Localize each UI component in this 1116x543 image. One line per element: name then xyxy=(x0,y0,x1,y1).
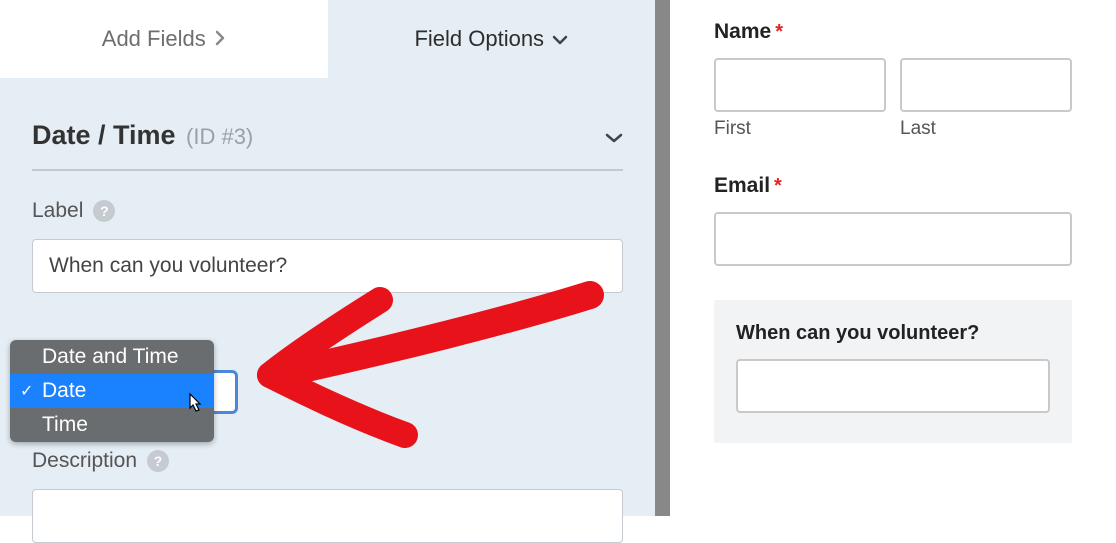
option-label: Date xyxy=(42,379,86,402)
format-dropdown[interactable]: Date and Time ✓ Date Time xyxy=(10,340,214,442)
preview-name-label: Name * xyxy=(714,20,1072,44)
label-field-label: Label ? xyxy=(32,199,623,223)
label-text: When can you volunteer? xyxy=(736,322,979,345)
chevron-right-icon xyxy=(214,26,226,52)
form-preview-panel: Name * First Last Email * When can you v… xyxy=(670,0,1116,516)
preview-email-field: Email * xyxy=(714,174,1072,266)
field-settings-section: Date / Time (ID #3) Label ? Format ? xyxy=(0,78,655,543)
panel-divider[interactable] xyxy=(655,0,670,516)
check-icon: ✓ xyxy=(20,381,33,401)
last-sublabel: Last xyxy=(900,118,1072,140)
tab-add-fields[interactable]: Add Fields xyxy=(0,0,328,78)
label-text: Description xyxy=(32,449,137,473)
first-name-input[interactable] xyxy=(714,58,886,112)
label-input[interactable] xyxy=(32,239,623,293)
dropdown-option-date[interactable]: ✓ Date xyxy=(10,374,214,408)
help-icon[interactable]: ? xyxy=(147,450,169,472)
option-label: Date and Time xyxy=(42,345,179,368)
dropdown-option-time[interactable]: Time xyxy=(10,408,214,442)
required-star-icon: * xyxy=(775,21,783,44)
last-name-input[interactable] xyxy=(900,58,1072,112)
required-star-icon: * xyxy=(774,175,782,198)
section-header[interactable]: Date / Time (ID #3) xyxy=(32,96,623,171)
label-field-group: Label ? xyxy=(32,199,623,293)
first-sublabel: First xyxy=(714,118,886,140)
tab-label: Add Fields xyxy=(102,26,206,52)
section-title: Date / Time xyxy=(32,120,176,150)
panel-tabs: Add Fields Field Options xyxy=(0,0,655,78)
label-text: Name xyxy=(714,20,771,44)
section-id: (ID #3) xyxy=(186,124,253,149)
dropdown-option-date-and-time[interactable]: Date and Time xyxy=(10,340,214,374)
tab-label: Field Options xyxy=(414,26,544,52)
label-text: Email xyxy=(714,174,770,198)
description-input[interactable] xyxy=(32,489,623,543)
preview-name-field: Name * First Last xyxy=(714,20,1072,140)
option-label: Time xyxy=(42,413,88,436)
description-field-group: Description ? xyxy=(32,449,623,543)
volunteer-date-input[interactable] xyxy=(736,359,1050,413)
chevron-down-icon xyxy=(552,26,568,52)
label-text: Label xyxy=(32,199,83,223)
preview-volunteer-field[interactable]: When can you volunteer? xyxy=(714,300,1072,443)
help-icon[interactable]: ? xyxy=(93,200,115,222)
format-select-edge xyxy=(214,370,238,414)
preview-email-label: Email * xyxy=(714,174,1072,198)
field-options-panel: Add Fields Field Options Date / Time (ID… xyxy=(0,0,655,516)
tab-field-options[interactable]: Field Options xyxy=(328,0,656,78)
chevron-down-icon[interactable] xyxy=(605,124,623,150)
description-field-label: Description ? xyxy=(32,449,623,473)
email-input[interactable] xyxy=(714,212,1072,266)
preview-question-label: When can you volunteer? xyxy=(736,322,1050,345)
